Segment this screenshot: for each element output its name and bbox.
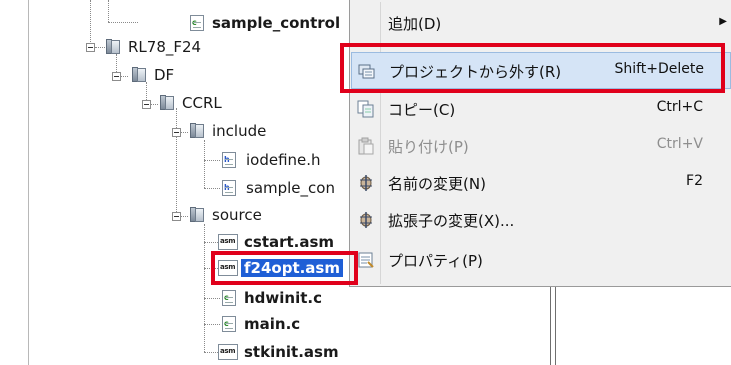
tree-item[interactable]: c main.c: [222, 315, 332, 335]
copy-icon: [357, 100, 375, 118]
c-file-icon: c: [190, 15, 204, 31]
tree-item[interactable]: include: [190, 122, 300, 142]
tree-item-label: sample_control: [212, 14, 341, 32]
highlight-box-tree-item: [211, 251, 358, 285]
folder-icon: [190, 123, 204, 138]
tree-item-label: sample_con: [246, 179, 335, 197]
tree-item[interactable]: c hdwinit.c: [222, 289, 342, 309]
menu-item-shortcut: Ctrl+V: [656, 136, 703, 152]
tree-item-label: main.c: [244, 315, 301, 333]
collapse-icon[interactable]: [142, 100, 151, 109]
tree-item-label: CCRL: [182, 94, 222, 112]
menu-item-change-extension[interactable]: 拡張子の変更(X)...: [351, 201, 731, 238]
menu-item-copy[interactable]: コピー(C) Ctrl+C: [351, 90, 731, 127]
menu-item-properties[interactable]: プロパティ(P): [351, 241, 731, 278]
c-file-icon: c: [222, 316, 236, 332]
tree-item[interactable]: asm stkinit.asm: [218, 343, 348, 363]
menu-item-label: プロパティ(P): [388, 252, 483, 270]
tree-item-label: DF: [154, 66, 175, 84]
h-file-icon: h: [222, 180, 236, 196]
properties-icon: [357, 251, 375, 269]
change-extension-icon: [357, 211, 375, 229]
tree-item-label: cstart.asm: [244, 233, 335, 251]
tree-item[interactable]: c sample_control: [190, 14, 350, 34]
menu-item-label: 拡張子の変更(X)...: [388, 212, 515, 230]
collapse-icon[interactable]: [172, 212, 181, 221]
tree-panel-border: [28, 0, 29, 365]
submenu-arrow-icon: ▶: [719, 16, 727, 27]
tree-item-label: iodefine.h: [246, 151, 321, 169]
h-file-icon: h: [222, 152, 236, 168]
folder-icon: [190, 207, 204, 222]
tree-item[interactable]: CCRL: [160, 94, 250, 114]
tree-item-label: source: [212, 206, 262, 224]
tree-item-label: include: [212, 122, 267, 140]
tree-item[interactable]: asm cstart.asm: [218, 233, 348, 253]
tree-item-label: hdwinit.c: [244, 289, 322, 307]
folder-icon: [132, 67, 146, 82]
collapse-icon[interactable]: [172, 128, 181, 137]
highlight-box-menu-item: [340, 43, 725, 93]
pane-divider: [555, 287, 556, 365]
menu-item-label: 追加(D): [388, 15, 442, 33]
collapse-icon[interactable]: [86, 43, 95, 52]
tree-item[interactable]: h sample_con: [222, 179, 347, 199]
menu-item-label: コピー(C): [388, 101, 456, 119]
tree-item[interactable]: h iodefine.h: [222, 151, 347, 171]
menu-item-add[interactable]: 追加(D) ▶: [351, 4, 731, 41]
menu-item-shortcut: Ctrl+C: [656, 99, 703, 115]
menu-item-label: 貼り付け(P): [388, 138, 469, 156]
rename-icon: [357, 174, 375, 192]
folder-icon: [106, 39, 120, 54]
asm-file-icon: asm: [218, 234, 238, 250]
tree-item[interactable]: DF: [132, 66, 212, 86]
paste-icon: [357, 137, 375, 155]
folder-icon: [160, 95, 174, 110]
asm-file-icon: asm: [218, 344, 238, 360]
tree-item[interactable]: RL78_F24: [106, 38, 226, 58]
tree-item-label: RL78_F24: [128, 38, 202, 56]
c-file-icon: c: [222, 290, 236, 306]
pane-divider: [550, 287, 551, 365]
menu-item-paste[interactable]: 貼り付け(P) Ctrl+V: [351, 127, 731, 164]
tree-item[interactable]: source: [190, 206, 300, 226]
collapse-icon[interactable]: [112, 72, 121, 81]
menu-item-rename[interactable]: 名前の変更(N) F2: [351, 164, 731, 201]
tree-item-label: stkinit.asm: [244, 343, 339, 361]
menu-item-label: 名前の変更(N): [388, 175, 486, 193]
menu-item-shortcut: F2: [686, 173, 703, 189]
